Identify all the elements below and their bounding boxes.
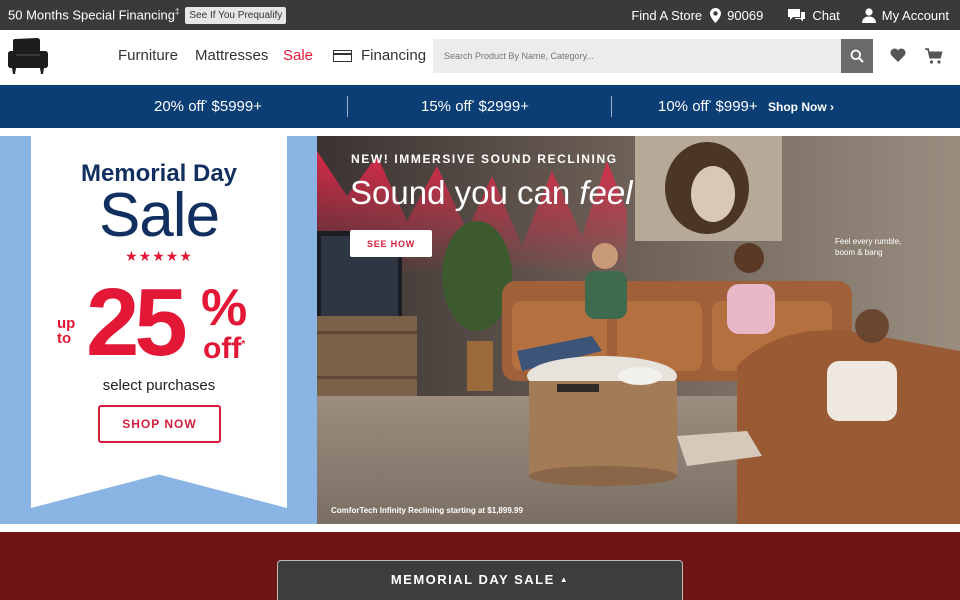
hero-eyebrow: NEW! IMMERSIVE SOUND RECLINING [351, 152, 618, 166]
offer-tier-1-threshold: $5999+ [211, 98, 262, 115]
nav-sale[interactable]: Sale [283, 47, 313, 64]
nav-mattresses[interactable]: Mattresses [195, 47, 268, 64]
hero-headline: Sound you can feel [350, 174, 633, 212]
offer-tier-3-threshold: $999+ [715, 98, 758, 115]
memorial-day-banner[interactable]: Memorial Day Sale ★★★★★ up to 25 % off* … [0, 136, 317, 524]
search-input[interactable] [433, 39, 841, 73]
feel-every-note: Feel every rumble, boom & bang [835, 237, 902, 257]
offer-tier-1-pct: 20% off [154, 98, 205, 115]
offer-tier-2-mark: * [471, 100, 475, 107]
strip-shop-now-link[interactable]: Shop Now › [768, 100, 834, 114]
discount-strip[interactable]: 20% off* $5999+ 15% off* $2999+ 10% off*… [0, 85, 960, 128]
financing-promo[interactable]: 50 Months Special Financing‡ [8, 7, 179, 22]
offer-tier-1: 20% off* $5999+ [154, 98, 262, 115]
nav-financing[interactable]: Financing [333, 47, 426, 64]
chat-link[interactable]: Chat [787, 8, 840, 23]
up-to-label: up to [57, 315, 76, 347]
financing-promo-text[interactable]: 50 Months Special Financing [8, 8, 175, 23]
offer-tier-3: 10% off* $999+ [658, 98, 758, 115]
offer-tier-1-mark: * [204, 100, 208, 107]
chat-bubble-icon [788, 8, 806, 21]
main-nav: Furniture Mattresses Sale Financing [0, 30, 960, 84]
select-purchases-label: select purchases [102, 377, 216, 394]
account-link[interactable]: My Account [861, 7, 949, 23]
nav-furniture[interactable]: Furniture [118, 47, 178, 64]
percent-sign: % [201, 279, 248, 337]
offer-tier-2-threshold: $2999+ [478, 98, 529, 115]
search-button[interactable] [841, 39, 873, 73]
hero-headline-prefix: Sound you can [350, 174, 580, 211]
discount-number: 25 [86, 269, 188, 376]
recliner-hero-image[interactable]: NEW! IMMERSIVE SOUND RECLINING Sound you… [317, 136, 960, 524]
user-icon [861, 7, 876, 23]
sale-tab-label[interactable]: MEMORIAL DAY SALE [391, 572, 555, 587]
card-icon [333, 49, 352, 62]
find-store-link[interactable]: Find A Store [631, 8, 702, 23]
prequalify-button[interactable]: See If You Prequalify [185, 6, 287, 24]
off-label: off* [203, 332, 245, 366]
strip-divider [611, 96, 612, 117]
financing-promo-mark: ‡ [174, 7, 180, 17]
memorial-day-sale-tab[interactable]: MEMORIAL DAY SALE ▲ [277, 560, 683, 600]
chat-label[interactable]: Chat [812, 8, 839, 23]
banner-sale-word: Sale [98, 181, 220, 250]
strip-divider [347, 96, 348, 117]
search-icon [850, 49, 864, 63]
offer-tier-3-pct: 10% off [658, 98, 709, 115]
heart-icon[interactable] [890, 48, 906, 62]
offer-tier-2-pct: 15% off [421, 98, 472, 115]
zip-code[interactable]: 90069 [727, 8, 763, 23]
off-label-text: off [203, 332, 242, 365]
caret-up-icon: ▲ [559, 575, 570, 584]
nav-financing-label[interactable]: Financing [361, 47, 426, 64]
see-how-button[interactable]: SEE HOW [350, 230, 432, 257]
star-row: ★★★★★ [125, 248, 193, 264]
offer-tier-2: 15% off* $2999+ [421, 98, 529, 115]
utility-links: Find A Store 90069 Chat My Account [631, 0, 960, 30]
offer-tier-3-mark: * [708, 100, 712, 107]
cart-icon[interactable] [925, 48, 943, 64]
utility-bar: 50 Months Special Financing‡ See If You … [0, 0, 960, 30]
account-label[interactable]: My Account [882, 8, 949, 23]
location-pin-icon [710, 7, 722, 23]
banner-ribbon: Memorial Day Sale ★★★★★ up to 25 % off* … [31, 136, 287, 508]
armchair-logo-icon[interactable] [7, 37, 49, 75]
off-label-mark: * [241, 339, 246, 350]
hero-headline-emphasis: feel [579, 174, 633, 211]
hero-caption: ComforTech Infinity Reclining starting a… [331, 506, 523, 515]
zip-link[interactable]: 90069 [710, 7, 763, 23]
shop-now-button[interactable]: SHOP NOW [98, 405, 221, 443]
